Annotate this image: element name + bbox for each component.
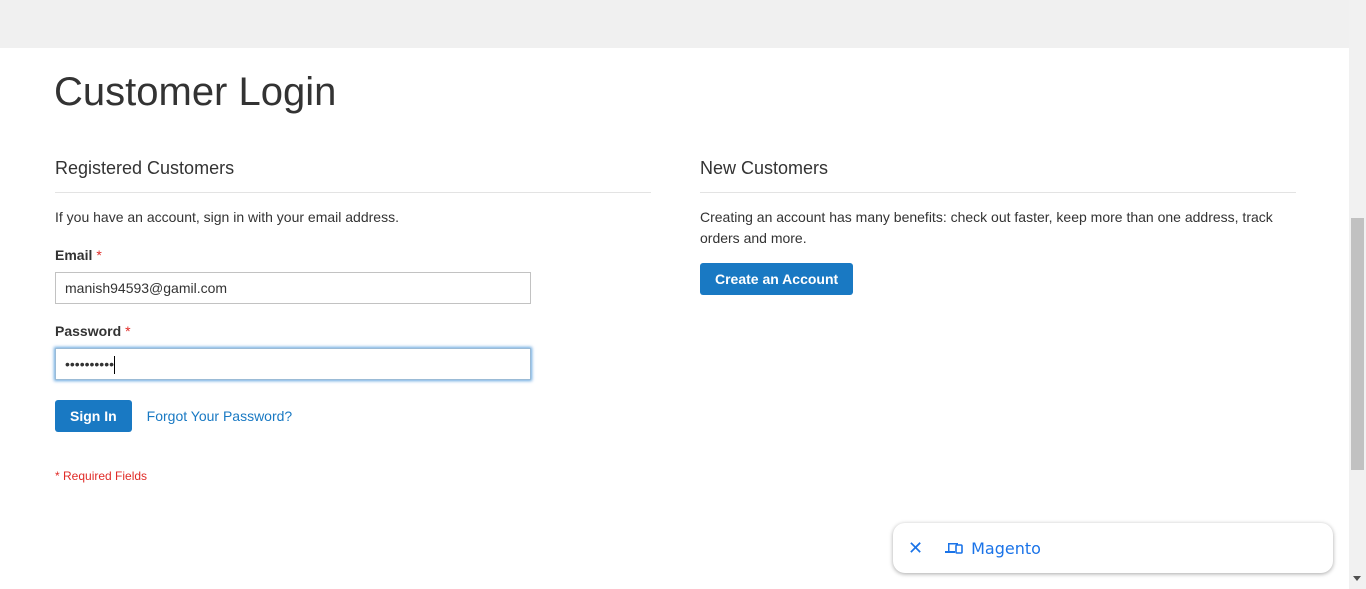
login-actions: Sign In Forgot Your Password? [55, 400, 651, 432]
required-fields-note: * Required Fields [55, 469, 148, 483]
close-icon[interactable]: ✕ [908, 538, 923, 559]
page-header-bar [0, 0, 1349, 48]
tab-share-toast: ✕ Magento [893, 523, 1333, 573]
scroll-down-arrow-icon[interactable] [1353, 576, 1361, 581]
sign-in-button[interactable]: Sign In [55, 400, 132, 432]
new-customers-text: Creating an account has many benefits: c… [700, 209, 1273, 246]
password-label-text: Password [55, 323, 122, 339]
new-customers-block: New Customers Creating an account has ma… [700, 158, 1296, 295]
page-title: Customer Login [54, 70, 337, 114]
required-asterisk: * [125, 323, 131, 339]
text-caret [114, 356, 116, 375]
forgot-password-link[interactable]: Forgot Your Password? [147, 408, 293, 424]
email-label: Email * [55, 247, 651, 263]
scrollbar-thumb[interactable] [1351, 218, 1364, 470]
devices-icon [945, 543, 963, 554]
registered-heading: Registered Customers [55, 158, 651, 193]
new-customers-heading: New Customers [700, 158, 1296, 193]
email-label-text: Email [55, 247, 93, 263]
required-asterisk: * [96, 247, 102, 263]
registered-customers-block: Registered Customers If you have an acco… [55, 158, 651, 483]
password-field[interactable]: •••••••••• [55, 348, 531, 380]
vertical-scrollbar[interactable] [1349, 0, 1366, 589]
registered-intro: If you have an account, sign in with you… [55, 209, 399, 225]
email-field[interactable]: manish94593@gamil.com [55, 272, 531, 304]
password-label: Password * [55, 323, 651, 339]
create-account-button[interactable]: Create an Account [700, 263, 854, 295]
toast-label[interactable]: Magento [971, 539, 1041, 558]
password-value: •••••••••• [65, 356, 115, 372]
